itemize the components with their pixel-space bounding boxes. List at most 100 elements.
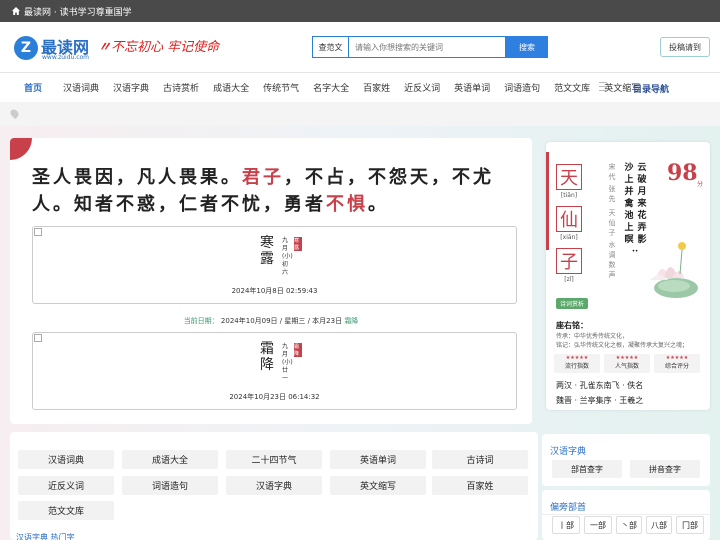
quote-highlight: 不惧 (326, 194, 368, 215)
search-input[interactable] (348, 36, 506, 58)
current-term[interactable]: 霜降 (344, 317, 358, 325)
hot-characters-title[interactable]: 汉语字典 热门字 (16, 532, 75, 540)
card-corner-decoration (10, 138, 32, 160)
related-poem[interactable]: 两汉 · 孔雀东南飞 · 佚名 (556, 380, 643, 391)
divider (542, 514, 710, 515)
nav-item-english-words[interactable]: 英语单词 (447, 81, 497, 94)
poem-line: 沙上并禽池上瞑 (624, 163, 634, 245)
nav-item-idiom[interactable]: 成语大全 (206, 81, 256, 94)
category-character[interactable]: 汉语字典 (226, 476, 322, 495)
nav-item-solar-terms[interactable]: 传统节气 (256, 81, 306, 94)
pinyin: [xiān] (560, 234, 578, 241)
main-nav: 首页 汉语词典 汉语字典 古诗赏析 成语大全 传统节气 名字大全 百家姓 近反义… (0, 72, 720, 102)
radical-lookup-button[interactable]: 部首查字 (552, 460, 622, 478)
rating-stars: ★★★★★ (665, 355, 689, 361)
current-date: 当前日期： 2024年10月09日 / 星期三 / 本月23日 霜降 (10, 316, 532, 326)
category-dictionary[interactable]: 汉语词典 (18, 450, 114, 469)
poem-score: 98 (667, 160, 698, 186)
current-date-value: 2024年10月09日 / 星期三 / 本月23日 (220, 317, 343, 325)
motto-line: 传承：中华优秀传统文化， (556, 333, 629, 340)
pinyin-lookup-button[interactable]: 拼音查字 (630, 460, 700, 478)
rating-stars: ★★★★★ (565, 355, 589, 361)
category-essays[interactable]: 范文文库 (18, 501, 114, 520)
rating-label: 综合评分 (664, 363, 689, 370)
home-icon[interactable] (12, 7, 20, 15)
motto-text: 传承：中华优秀传统文化， 铭记：弘华传统文化之根，凝聚传承大复兴之魂； (556, 332, 704, 350)
solar-term-time: 2024年10月23日 06:14:32 (229, 393, 320, 401)
solar-term-time: 2024年10月8日 02:59:43 (231, 287, 318, 295)
broken-image-icon (34, 334, 42, 342)
directory-nav[interactable]: 目录导航 (633, 82, 669, 95)
poem-dynasty: 宋代 (608, 163, 616, 181)
logo-url: www.zuidu.com (42, 54, 90, 61)
lotus-illustration (650, 242, 698, 298)
pinyin: [tiān] (560, 192, 578, 199)
solar-term-name: 霜降 (260, 341, 274, 373)
pinyin: [zǐ] (564, 276, 574, 283)
nav-item-dictionary[interactable]: 汉语词典 (56, 81, 106, 94)
slogan: 〃不忘初心 牢记使命 (98, 36, 219, 55)
site-logo[interactable]: Z 最读网 www.zuidu.com (14, 34, 104, 62)
category-abbreviations[interactable]: 英文缩写 (330, 476, 426, 495)
poem-score-unit: 分 (697, 181, 704, 188)
poem-title-char: 仙 (556, 206, 582, 232)
quote-part: 圣人畏因，凡人畏果。 (32, 167, 242, 188)
category-synonyms[interactable]: 近反义词 (18, 476, 114, 495)
character-dictionary-title[interactable]: 汉语字典 (550, 444, 586, 457)
top-bar-text[interactable]: 最读网 · 读书学习尊重国学 (24, 5, 132, 18)
related-poem[interactable]: 魏晋 · 兰亭集序 · 王羲之 (556, 395, 643, 406)
current-date-label: 当前日期： (183, 317, 219, 325)
quote-part: 。 (368, 194, 389, 215)
rating-label: 人气指数 (614, 363, 639, 370)
category-poetry[interactable]: 古诗词 (432, 450, 528, 469)
category-solar-terms[interactable]: 二十四节气 (226, 450, 322, 469)
radicals-title[interactable]: 偏旁部首 (550, 500, 586, 513)
poem-title-char: 天 (556, 164, 582, 190)
quote-highlight: 君子 (242, 167, 284, 188)
nav-item-essays[interactable]: 范文文库 (547, 81, 597, 94)
rating-popularity: ★★★★★ 流行指数 (554, 354, 600, 373)
poem-tag[interactable]: 诗词赏析 (556, 298, 589, 309)
term-seal: 寒露 (294, 237, 302, 251)
submit-button[interactable]: 投稿请到 (660, 37, 710, 57)
radicals-card: 偏旁部首 丨部 一部 丶部 八部 冂部 (542, 490, 710, 540)
solar-term-card[interactable]: 寒露 九月(小)初六 寒露 2024年10月8日 02:59:43 (32, 226, 517, 304)
radical-button[interactable]: 丨部 (552, 516, 580, 534)
nav-item-names[interactable]: 名字大全 (306, 81, 356, 94)
poem-line: ·· (631, 247, 639, 257)
rating-views: ★★★★★ 人气指数 (604, 354, 650, 373)
category-english-words[interactable]: 英语单词 (330, 450, 426, 469)
daily-quote[interactable]: 圣人畏因，凡人畏果。君子，不占，不怨天，不尤人。知者不惑，仁者不忧，勇者不惧。 (32, 164, 527, 218)
poem-cipai: 天仙子 (608, 209, 616, 237)
poem-line: 云破月来花弄影 (637, 163, 647, 245)
nav-item-surnames[interactable]: 百家姓 (356, 81, 397, 94)
category-sentences[interactable]: 词语造句 (122, 476, 218, 495)
nav-item-synonyms[interactable]: 近反义词 (397, 81, 447, 94)
rating-overall: ★★★★★ 综合评分 (654, 354, 700, 373)
nav-item-home[interactable]: 首页 (0, 81, 56, 94)
radical-button[interactable]: 一部 (584, 516, 612, 534)
search-bar: 查范文 搜索 (312, 36, 548, 58)
term-seal: 霜降 (294, 343, 302, 357)
category-surnames[interactable]: 百家姓 (432, 476, 528, 495)
radical-button[interactable]: 八部 (646, 516, 672, 534)
motto-title: 座右铭： (556, 321, 588, 330)
radical-button[interactable]: 冂部 (676, 516, 704, 534)
radical-button[interactable]: 丶部 (616, 516, 642, 534)
logo-mark: Z (14, 36, 38, 60)
search-button[interactable]: 搜索 (506, 36, 548, 58)
solar-term-name: 寒露 (260, 235, 274, 267)
poem-card[interactable]: 天 [tiān] 仙 [xiān] 子 [zǐ] 宋代 张先 天仙子 水调数声 … (546, 142, 710, 410)
character-dictionary-card: 汉语字典 部首查字 拼音查字 (542, 434, 710, 486)
search-scope-select[interactable]: 查范文 (312, 36, 348, 58)
menu-icon[interactable] (599, 82, 607, 92)
category-idiom[interactable]: 成语大全 (122, 450, 218, 469)
poem-subtitle: 水调数声 (608, 241, 616, 279)
nav-item-sentences[interactable]: 词语造句 (497, 81, 547, 94)
category-card: 汉语词典 成语大全 二十四节气 英语单词 古诗词 近反义词 词语造句 汉语字典 … (10, 432, 538, 540)
nav-item-poetry[interactable]: 古诗赏析 (156, 81, 206, 94)
location-pin-icon (8, 107, 21, 120)
solar-term-card[interactable]: 霜降 九月(小)廿一 霜降 2024年10月23日 06:14:32 (32, 332, 517, 410)
nav-item-character[interactable]: 汉语字典 (106, 81, 156, 94)
quote-card: 圣人畏因，凡人畏果。君子，不占，不怨天，不尤人。知者不惑，仁者不忧，勇者不惧。 … (10, 138, 532, 424)
